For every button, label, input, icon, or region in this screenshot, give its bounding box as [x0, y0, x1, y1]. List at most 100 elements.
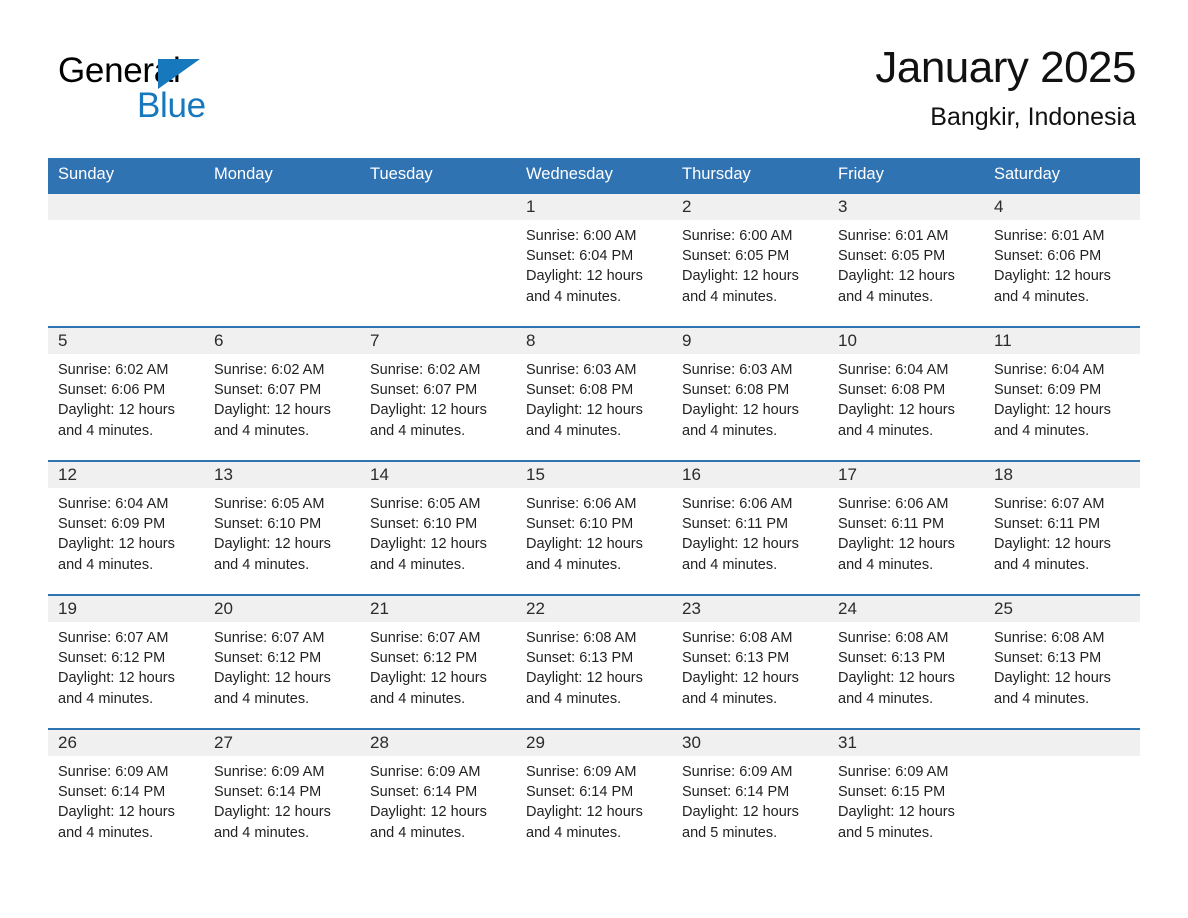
general-blue-logo[interactable]: General Blue [58, 52, 298, 132]
day-number: 8 [516, 328, 672, 354]
daylight-duration-line2: and 4 minutes. [58, 422, 154, 439]
sunset-time: Sunset: 6:12 PM [214, 650, 322, 667]
day-cell[interactable]: 19 Sunrise: 6:07 AM Sunset: 6:12 PM Dayligh… [48, 594, 204, 728]
day-number: 6 [204, 328, 360, 354]
day-cell[interactable]: 15 Sunrise: 6:06 AM Sunset: 6:10 PM Dayligh… [516, 460, 672, 594]
daylight-duration-line2: and 4 minutes. [526, 288, 622, 305]
day-cell[interactable]: 29 Sunrise: 6:09 AM Sunset: 6:14 PM Dayligh… [516, 728, 672, 862]
day-cell[interactable]: 4 Sunrise: 6:01 AM Sunset: 6:06 PM Daylight… [984, 192, 1140, 326]
day-sun-info: Sunrise: 6:04 AM Sunset: 6:09 PM Daylight:… [984, 354, 1140, 441]
daylight-duration-line1: Daylight: 12 hours [526, 536, 643, 553]
day-cell[interactable]: 8 Sunrise: 6:03 AM Sunset: 6:08 PM Daylight… [516, 326, 672, 460]
day-number: 30 [672, 730, 828, 756]
day-number: 16 [672, 462, 828, 488]
day-number: 25 [984, 596, 1140, 622]
day-cell[interactable]: 12 Sunrise: 6:04 AM Sunset: 6:09 PM Dayligh… [48, 460, 204, 594]
day-number [48, 194, 204, 220]
weekday-header-row: Sunday Monday Tuesday Wednesday Thursday… [48, 158, 1140, 192]
day-number: 26 [48, 730, 204, 756]
day-number: 9 [672, 328, 828, 354]
daylight-duration-line2: and 4 minutes. [370, 422, 466, 439]
daylight-duration-line1: Daylight: 12 hours [994, 670, 1111, 687]
day-sun-info: Sunrise: 6:05 AM Sunset: 6:10 PM Daylight:… [204, 488, 360, 575]
calendar-cell: 12 Sunrise: 6:04 AM Sunset: 6:09 PM Dayligh… [48, 460, 204, 594]
sunset-time: Sunset: 6:11 PM [682, 516, 789, 533]
day-cell[interactable]: 26 Sunrise: 6:09 AM Sunset: 6:14 PM Dayligh… [48, 728, 204, 862]
day-cell[interactable]: 1 Sunrise: 6:00 AM Sunset: 6:04 PM Daylight… [516, 192, 672, 326]
day-number [204, 194, 360, 220]
logo-text-blue: Blue [137, 86, 206, 125]
day-cell[interactable]: 20 Sunrise: 6:07 AM Sunset: 6:12 PM Dayligh… [204, 594, 360, 728]
daylight-duration-line1: Daylight: 12 hours [370, 670, 487, 687]
calendar-cell: 30 Sunrise: 6:09 AM Sunset: 6:14 PM Dayligh… [672, 728, 828, 862]
day-number: 22 [516, 596, 672, 622]
sunset-time: Sunset: 6:14 PM [526, 784, 634, 801]
day-cell[interactable]: 30 Sunrise: 6:09 AM Sunset: 6:14 PM Dayligh… [672, 728, 828, 862]
daylight-duration-line2: and 4 minutes. [214, 824, 310, 841]
calendar-cell: 25 Sunrise: 6:08 AM Sunset: 6:13 PM Dayligh… [984, 594, 1140, 728]
sunset-time: Sunset: 6:08 PM [682, 382, 790, 399]
calendar-cell: 16 Sunrise: 6:06 AM Sunset: 6:11 PM Dayligh… [672, 460, 828, 594]
daylight-duration-line2: and 5 minutes. [682, 824, 778, 841]
calendar-cell [48, 192, 204, 326]
daylight-duration-line1: Daylight: 12 hours [58, 804, 175, 821]
day-cell[interactable]: 14 Sunrise: 6:05 AM Sunset: 6:10 PM Dayligh… [360, 460, 516, 594]
day-cell[interactable]: 9 Sunrise: 6:03 AM Sunset: 6:08 PM Daylight… [672, 326, 828, 460]
sunrise-time: Sunrise: 6:05 AM [214, 496, 325, 512]
sunrise-time: Sunrise: 6:08 AM [994, 630, 1105, 646]
calendar-week-row: 12 Sunrise: 6:04 AM Sunset: 6:09 PM Dayligh… [48, 460, 1140, 594]
daylight-duration-line2: and 4 minutes. [994, 288, 1090, 305]
day-cell[interactable]: 2 Sunrise: 6:00 AM Sunset: 6:05 PM Daylight… [672, 192, 828, 326]
calendar-cell: 29 Sunrise: 6:09 AM Sunset: 6:14 PM Dayligh… [516, 728, 672, 862]
day-cell[interactable]: 11 Sunrise: 6:04 AM Sunset: 6:09 PM Dayligh… [984, 326, 1140, 460]
calendar-cell: 19 Sunrise: 6:07 AM Sunset: 6:12 PM Dayligh… [48, 594, 204, 728]
day-cell[interactable]: 28 Sunrise: 6:09 AM Sunset: 6:14 PM Dayligh… [360, 728, 516, 862]
daylight-duration-line1: Daylight: 12 hours [214, 804, 331, 821]
daylight-duration-line2: and 4 minutes. [214, 690, 310, 707]
calendar-cell: 23 Sunrise: 6:08 AM Sunset: 6:13 PM Dayligh… [672, 594, 828, 728]
day-cell[interactable]: 17 Sunrise: 6:06 AM Sunset: 6:11 PM Dayligh… [828, 460, 984, 594]
sunrise-time: Sunrise: 6:03 AM [682, 362, 793, 378]
daylight-duration-line2: and 4 minutes. [994, 690, 1090, 707]
day-cell[interactable]: 18 Sunrise: 6:07 AM Sunset: 6:11 PM Dayligh… [984, 460, 1140, 594]
day-cell[interactable]: 22 Sunrise: 6:08 AM Sunset: 6:13 PM Dayligh… [516, 594, 672, 728]
calendar-cell: 17 Sunrise: 6:06 AM Sunset: 6:11 PM Dayligh… [828, 460, 984, 594]
sunrise-time: Sunrise: 6:00 AM [526, 228, 637, 244]
day-cell[interactable]: 27 Sunrise: 6:09 AM Sunset: 6:14 PM Dayligh… [204, 728, 360, 862]
day-cell[interactable]: 7 Sunrise: 6:02 AM Sunset: 6:07 PM Daylight… [360, 326, 516, 460]
calendar-cell: 5 Sunrise: 6:02 AM Sunset: 6:06 PM Daylight… [48, 326, 204, 460]
day-cell[interactable]: 3 Sunrise: 6:01 AM Sunset: 6:05 PM Daylight… [828, 192, 984, 326]
sunrise-time: Sunrise: 6:03 AM [526, 362, 637, 378]
day-cell[interactable]: 23 Sunrise: 6:08 AM Sunset: 6:13 PM Dayligh… [672, 594, 828, 728]
calendar-cell: 22 Sunrise: 6:08 AM Sunset: 6:13 PM Dayligh… [516, 594, 672, 728]
day-cell[interactable]: 16 Sunrise: 6:06 AM Sunset: 6:11 PM Dayligh… [672, 460, 828, 594]
day-cell[interactable]: 13 Sunrise: 6:05 AM Sunset: 6:10 PM Dayligh… [204, 460, 360, 594]
sunrise-time: Sunrise: 6:06 AM [526, 496, 637, 512]
day-cell[interactable]: 21 Sunrise: 6:07 AM Sunset: 6:12 PM Dayligh… [360, 594, 516, 728]
daylight-duration-line1: Daylight: 12 hours [838, 536, 955, 553]
day-cell[interactable]: 5 Sunrise: 6:02 AM Sunset: 6:06 PM Daylight… [48, 326, 204, 460]
day-cell[interactable]: 6 Sunrise: 6:02 AM Sunset: 6:07 PM Daylight… [204, 326, 360, 460]
day-cell[interactable]: 10 Sunrise: 6:04 AM Sunset: 6:08 PM Dayligh… [828, 326, 984, 460]
sunset-time: Sunset: 6:10 PM [526, 516, 634, 533]
calendar-cell [984, 728, 1140, 862]
sunrise-time: Sunrise: 6:06 AM [838, 496, 949, 512]
daylight-duration-line1: Daylight: 12 hours [526, 804, 643, 821]
calendar-cell: 10 Sunrise: 6:04 AM Sunset: 6:08 PM Dayligh… [828, 326, 984, 460]
day-number: 5 [48, 328, 204, 354]
calendar-cell: 31 Sunrise: 6:09 AM Sunset: 6:15 PM Dayligh… [828, 728, 984, 862]
daylight-duration-line1: Daylight: 12 hours [370, 804, 487, 821]
daylight-duration-line1: Daylight: 12 hours [682, 804, 799, 821]
daylight-duration-line1: Daylight: 12 hours [838, 804, 955, 821]
day-sun-info: Sunrise: 6:00 AM Sunset: 6:05 PM Daylight:… [672, 220, 828, 307]
sunset-time: Sunset: 6:10 PM [370, 516, 478, 533]
calendar-week-row: 19 Sunrise: 6:07 AM Sunset: 6:12 PM Dayligh… [48, 594, 1140, 728]
sunset-time: Sunset: 6:14 PM [682, 784, 790, 801]
daylight-duration-line2: and 4 minutes. [58, 556, 154, 573]
day-cell[interactable]: 31 Sunrise: 6:09 AM Sunset: 6:15 PM Dayligh… [828, 728, 984, 862]
calendar-cell: 3 Sunrise: 6:01 AM Sunset: 6:05 PM Daylight… [828, 192, 984, 326]
sunrise-time: Sunrise: 6:00 AM [682, 228, 793, 244]
day-cell[interactable]: 25 Sunrise: 6:08 AM Sunset: 6:13 PM Dayligh… [984, 594, 1140, 728]
sunset-time: Sunset: 6:07 PM [214, 382, 322, 399]
day-cell[interactable]: 24 Sunrise: 6:08 AM Sunset: 6:13 PM Dayligh… [828, 594, 984, 728]
